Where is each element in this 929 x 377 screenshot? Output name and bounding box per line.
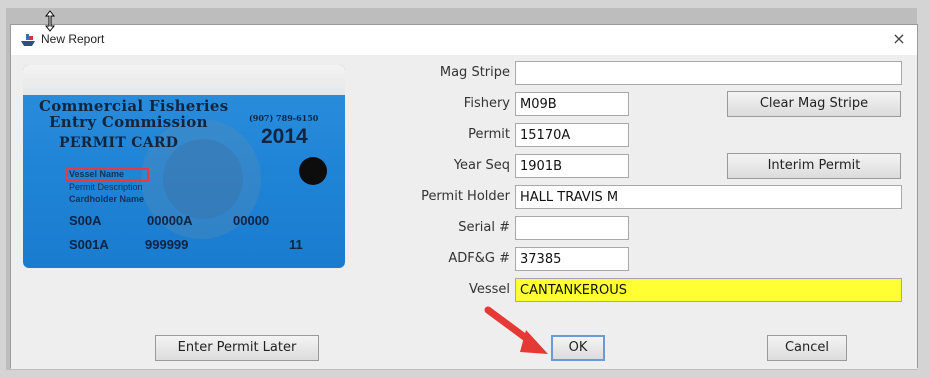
serial-label: Serial # (458, 220, 510, 235)
card-row1-col2: 00000A (147, 213, 193, 228)
card-top-strip (23, 65, 345, 95)
red-arrow-annotation-icon (484, 306, 548, 354)
card-row2-col2: 999999 (145, 237, 189, 252)
permit-field[interactable] (515, 123, 629, 147)
vessel-field[interactable] (515, 278, 902, 302)
interim-permit-button[interactable]: Interim Permit (727, 153, 901, 179)
card-hole (299, 157, 327, 185)
window-title: New Report (41, 32, 105, 46)
year-seq-field[interactable] (515, 154, 629, 178)
mag-stripe-label: Mag Stripe (439, 65, 510, 80)
cancel-button[interactable]: Cancel (767, 335, 847, 361)
vessel-label: Vessel (468, 282, 510, 297)
year-seq-label: Year Seq (453, 158, 510, 173)
fishery-label: Fishery (463, 96, 510, 111)
enter-permit-later-button[interactable]: Enter Permit Later (155, 335, 319, 361)
title-bar[interactable]: New Report × (11, 25, 917, 55)
card-row1-col1: S00A (69, 213, 102, 228)
permit-label: Permit (468, 127, 510, 142)
permit-holder-field[interactable] (515, 185, 902, 209)
dialog-body: Commercial Fisheries Entry Commission PE… (11, 55, 917, 369)
mag-stripe-field[interactable] (515, 61, 902, 85)
card-row2-col3: 11 (289, 237, 303, 252)
permit-holder-label: Permit Holder (421, 189, 510, 204)
card-cardholder-name: Cardholder Name (69, 194, 145, 204)
card-seal-inner (163, 139, 243, 219)
fishery-field[interactable] (515, 92, 629, 116)
serial-field[interactable] (515, 216, 629, 240)
ok-button[interactable]: OK (551, 335, 605, 361)
card-vessel-name: Vessel Name (69, 169, 125, 179)
boat-icon (21, 34, 35, 46)
card-title-line3: PERMIT CARD (59, 135, 179, 151)
card-permit-description: Permit Description (69, 182, 143, 192)
card-row2-col1: S001A (69, 237, 109, 252)
close-button[interactable]: × (889, 29, 909, 49)
permit-card-image: Commercial Fisheries Entry Commission PE… (23, 65, 345, 268)
resize-cursor-icon (44, 10, 56, 32)
card-row1-col3: 00000 (233, 213, 270, 228)
card-phone: (907) 789-6150 (249, 113, 319, 123)
adfg-label: ADF&G # (448, 251, 510, 266)
card-title-line2: Entry Commission (49, 113, 208, 131)
adfg-field[interactable] (515, 247, 629, 271)
card-year: 2014 (261, 125, 308, 148)
clear-mag-stripe-button[interactable]: Clear Mag Stripe (727, 91, 901, 117)
new-report-dialog: New Report × Commercial Fisheries Entry … (10, 24, 918, 369)
